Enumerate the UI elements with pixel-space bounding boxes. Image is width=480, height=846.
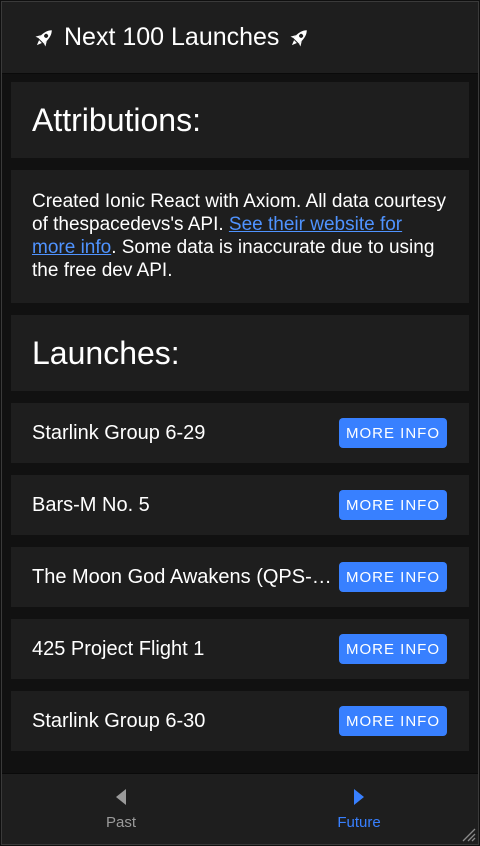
more-info-button[interactable]: MORE INFO xyxy=(339,634,447,664)
more-info-button[interactable]: MORE INFO xyxy=(339,562,447,592)
more-info-button[interactable]: MORE INFO xyxy=(339,418,447,448)
caret-right-icon xyxy=(354,788,364,805)
more-info-button[interactable]: MORE INFO xyxy=(339,706,447,736)
header: Next 100 Launches xyxy=(2,2,478,74)
launch-name: Starlink Group 6-29 xyxy=(32,421,206,444)
launch-item: Starlink Group 6-30 MORE INFO xyxy=(11,691,469,751)
launch-name: Starlink Group 6-30 xyxy=(32,709,206,732)
launch-item: The Moon God Awakens (QPS-SAR-5) MORE IN… xyxy=(11,547,469,607)
launch-item: 425 Project Flight 1 MORE INFO xyxy=(11,619,469,679)
tab-future-label: Future xyxy=(337,813,381,831)
tab-bar: Past Future xyxy=(2,773,478,844)
launch-item: Bars-M No. 5 MORE INFO xyxy=(11,475,469,535)
launch-name: The Moon God Awakens (QPS-SAR-5) xyxy=(32,565,332,588)
attributions-body-card: Created Ionic React with Axiom. All data… xyxy=(11,170,469,303)
resize-grip-icon[interactable] xyxy=(460,826,476,842)
attributions-title-card: Attributions: xyxy=(11,82,469,158)
tab-future[interactable]: Future xyxy=(240,774,478,844)
attributions-text: Created Ionic React with Axiom. All data… xyxy=(11,170,469,303)
launch-item: Starlink Group 6-29 MORE INFO xyxy=(11,403,469,463)
launch-name: 425 Project Flight 1 xyxy=(32,637,205,660)
rocket-icon xyxy=(290,29,308,46)
app-window: Next 100 Launches Attributions: Created … xyxy=(1,1,479,845)
launches-heading: Launches: xyxy=(32,334,180,371)
page-title: Next 100 Launches xyxy=(32,23,311,52)
tab-past[interactable]: Past xyxy=(2,774,240,844)
attributions-heading: Attributions: xyxy=(32,101,201,138)
launches-title-card: Launches: xyxy=(11,315,469,391)
launch-name: Bars-M No. 5 xyxy=(32,493,150,516)
content-scroll-area[interactable]: Attributions: Created Ionic React with A… xyxy=(2,74,478,774)
tab-past-label: Past xyxy=(105,813,136,831)
header-title-text: Next 100 Launches xyxy=(64,23,280,51)
rocket-icon xyxy=(35,29,52,46)
more-info-button[interactable]: MORE INFO xyxy=(339,490,447,520)
caret-left-icon xyxy=(116,788,126,805)
